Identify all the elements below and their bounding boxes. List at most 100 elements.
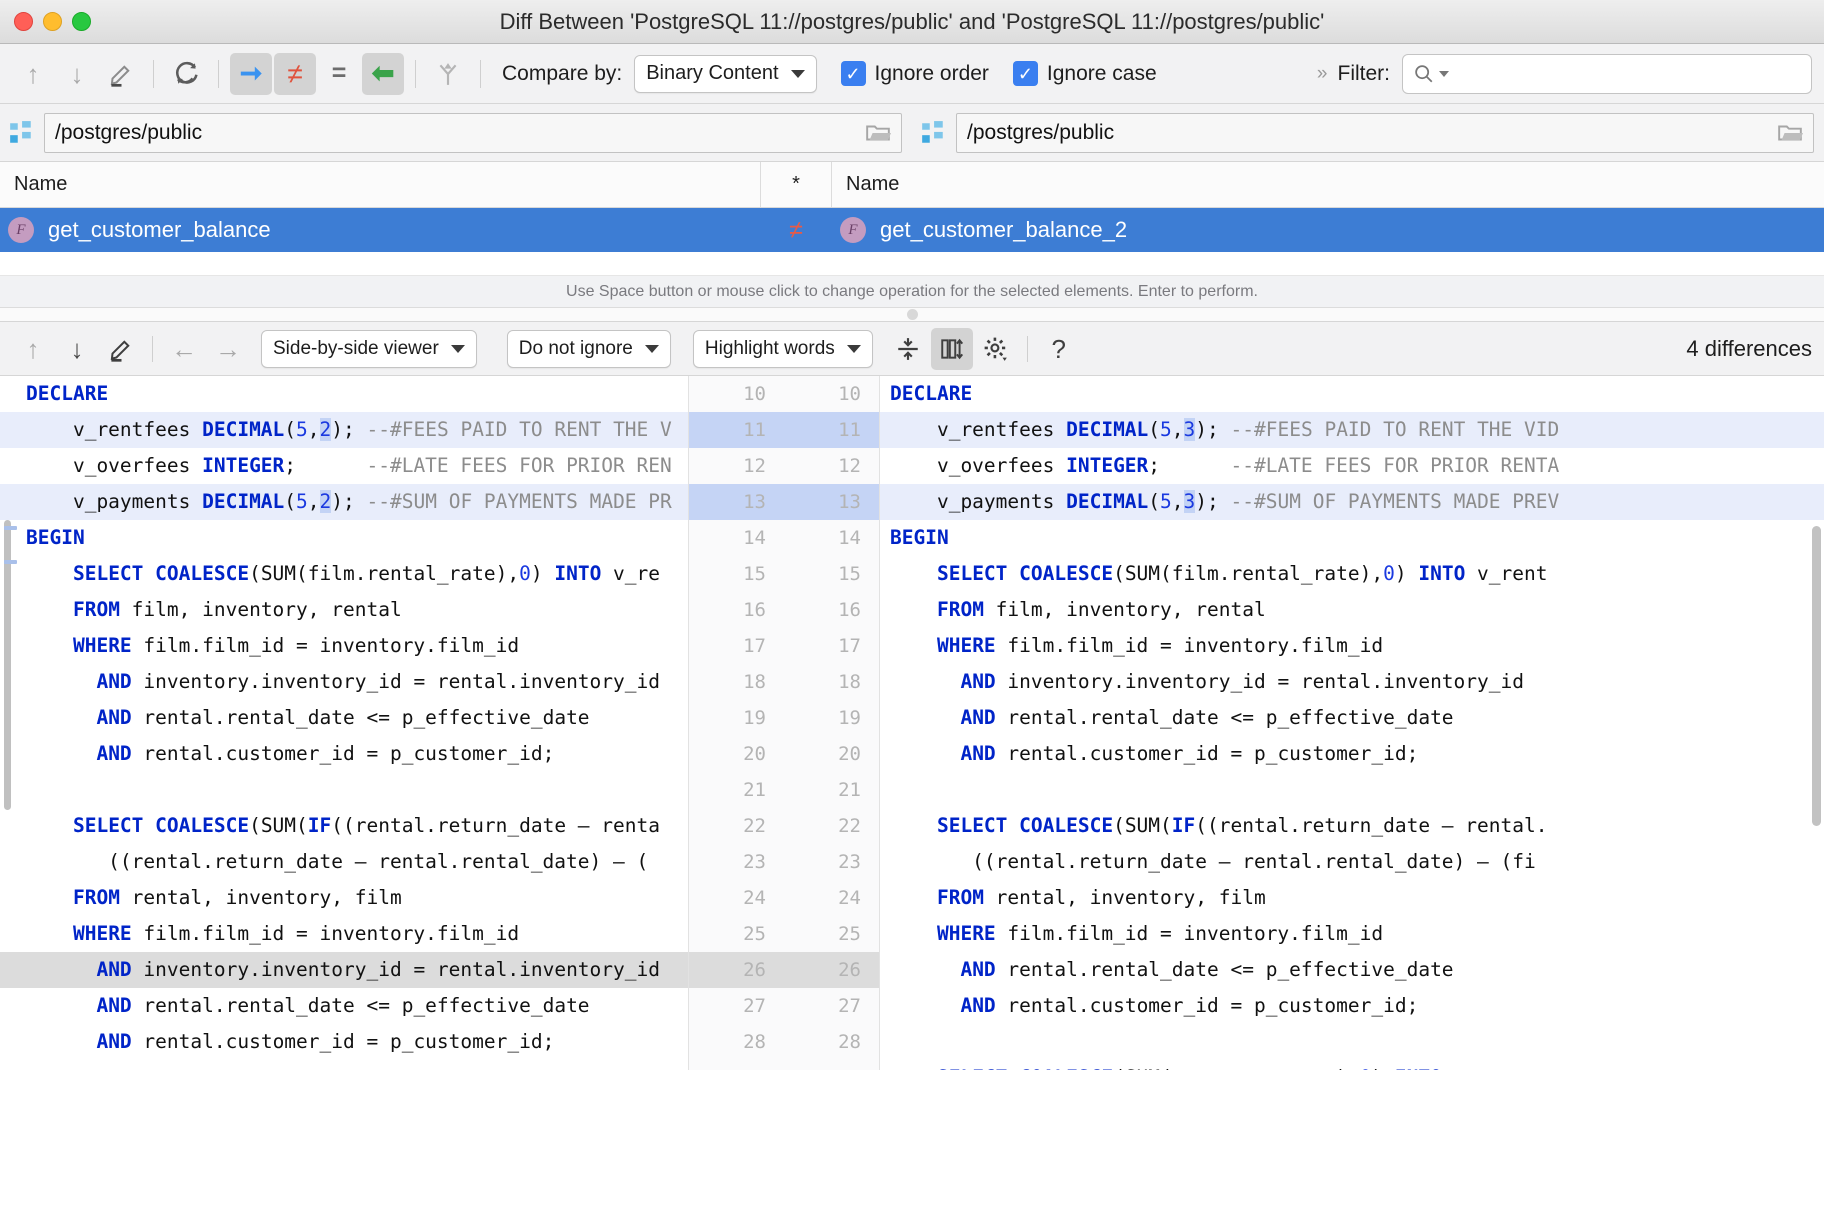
code-line[interactable]: SELECT COALESCE(SUM(IF((rental.return_da… — [0, 808, 688, 844]
code-token: rental.customer_id = p_customer_id; — [995, 742, 1419, 765]
code-line[interactable]: AND inventory.inventory_id = rental.inve… — [0, 664, 688, 700]
viewer-mode-select[interactable]: Side-by-side viewer — [261, 329, 477, 368]
code-line[interactable]: WHERE film.film_id = inventory.film_id — [880, 916, 1824, 952]
diff-forward-button[interactable]: → — [207, 328, 249, 370]
code-line[interactable]: AND rental.rental_date <= p_effective_da… — [880, 952, 1824, 988]
highlight-policy-select[interactable]: Highlight words — [692, 329, 873, 368]
diff-previous-button[interactable]: ↑ — [12, 328, 54, 370]
tree-row-left[interactable]: F get_customer_balance — [0, 217, 760, 243]
line-number-left: 27 — [743, 995, 766, 1017]
code-line[interactable] — [0, 772, 688, 808]
column-header-name-right[interactable]: Name — [832, 173, 1824, 196]
code-line[interactable]: v_rentfees DECIMAL(5,2); --#FEES PAID TO… — [0, 412, 688, 448]
pane-splitter[interactable] — [0, 308, 1824, 322]
tree-row-right[interactable]: F get_customer_balance_2 — [832, 217, 1824, 243]
code-line[interactable]: AND inventory.inventory_id = rental.inve… — [880, 664, 1824, 700]
left-path-input[interactable]: /postgres/public — [44, 112, 902, 153]
edit-source-button[interactable] — [100, 53, 142, 95]
code-token: FROM — [72, 886, 120, 909]
ignore-policy-select[interactable]: Do not ignore — [506, 329, 671, 368]
next-difference-button[interactable]: ↓ — [56, 53, 98, 95]
search-options-chevron-icon[interactable] — [1439, 70, 1449, 77]
collapse-unchanged-button[interactable] — [887, 328, 929, 370]
line-number-left: 11 — [743, 419, 766, 441]
zoom-button[interactable] — [72, 12, 91, 31]
gutter-row: 25 25 — [689, 916, 879, 952]
code-line[interactable]: DECLARE — [0, 376, 688, 412]
sync-scroll-button[interactable] — [930, 327, 973, 370]
code-line[interactable]: BEGIN — [0, 520, 688, 556]
code-line[interactable]: WHERE film.film_id = inventory.film_id — [0, 916, 688, 952]
show-difference-button[interactable]: ≠ — [274, 52, 316, 95]
code-line[interactable]: AND rental.customer_id = p_customer_id; — [880, 988, 1824, 1024]
code-line[interactable]: DECLARE — [880, 376, 1824, 412]
code-line[interactable]: SELECT COALESCE(SUM(film.rental_rate),0)… — [0, 556, 688, 592]
tree-row-operation[interactable]: ≠ — [760, 216, 832, 245]
diff-back-button[interactable]: ← — [163, 328, 205, 370]
code-line[interactable]: ((rental.return_date – rental.rental_dat… — [880, 844, 1824, 880]
diff-help-button[interactable]: ? — [1038, 328, 1080, 370]
code-line[interactable]: AND rental.rental_date <= p_effective_da… — [880, 700, 1824, 736]
code-line[interactable]: FROM rental, inventory, film — [880, 880, 1824, 916]
ignore-order-checkbox[interactable]: ✓ Ignore order — [840, 61, 989, 86]
ignore-case-checkbox[interactable]: ✓ Ignore case — [1012, 61, 1157, 86]
code-line[interactable]: v_rentfees DECIMAL(5,3); --#FEES PAID TO… — [880, 412, 1824, 448]
code-line[interactable]: AND rental.rental_date <= p_effective_da… — [0, 988, 688, 1024]
code-line[interactable]: WHERE film.film_id = inventory.film_id — [0, 628, 688, 664]
merge-button[interactable] — [427, 53, 469, 95]
code-line[interactable]: AND rental.customer_id = p_customer_id; — [880, 736, 1824, 772]
code-token: FROM — [936, 598, 984, 621]
code-line[interactable]: FROM film, inventory, rental — [0, 592, 688, 628]
close-button[interactable] — [14, 12, 33, 31]
arrow-down-icon: ↓ — [70, 333, 84, 364]
code-line[interactable]: WHERE film.film_id = inventory.film_id — [880, 628, 1824, 664]
code-line[interactable]: SELECT COALESCE(SUM(IF((rental.return_da… — [880, 808, 1824, 844]
code-line[interactable]: AND rental.customer_id = p_customer_id; — [0, 736, 688, 772]
code-line[interactable]: v_payments DECIMAL(5,3); --#SUM OF PAYME… — [880, 484, 1824, 520]
diff-next-button[interactable]: ↓ — [56, 328, 98, 370]
column-header-name-left[interactable]: Name — [0, 173, 760, 196]
code-line[interactable]: FROM rental, inventory, film — [0, 880, 688, 916]
copy-right-to-left-button[interactable]: ⬅ — [362, 52, 404, 95]
code-token: (SUM( — [1113, 814, 1172, 837]
code-line[interactable]: ((rental.return_date – rental.rental_dat… — [0, 844, 688, 880]
code-line[interactable]: AND rental.customer_id = p_customer_id; — [0, 1024, 688, 1060]
code-line[interactable] — [880, 772, 1824, 808]
code-token: 3 — [1183, 418, 1196, 441]
table-row[interactable]: F get_customer_balance ≠ F get_customer_… — [0, 208, 1824, 252]
code-line[interactable]: v_overfees INTEGER; --#LATE FEES FOR PRI… — [0, 448, 688, 484]
code-line[interactable] — [0, 1060, 688, 1070]
tree-header: Name * Name — [0, 162, 1824, 208]
ignore-order-label: Ignore order — [874, 61, 989, 85]
right-editor-pane[interactable]: DECLARE v_rentfees DECIMAL(5,3); --#FEES… — [880, 376, 1824, 1070]
compare-by-select[interactable]: Binary Content — [634, 54, 817, 93]
diff-edit-button[interactable] — [100, 328, 142, 370]
filter-input[interactable] — [1402, 53, 1812, 94]
code-line[interactable] — [880, 1024, 1824, 1060]
show-equal-button[interactable]: = — [318, 53, 360, 95]
minimize-button[interactable] — [43, 12, 62, 31]
diff-settings-button[interactable] — [975, 328, 1017, 370]
code-line[interactable]: v_payments DECIMAL(5,2); --#SUM OF PAYME… — [0, 484, 688, 520]
code-line[interactable]: AND inventory.inventory_id = rental.inve… — [0, 952, 688, 988]
browse-folder-icon[interactable] — [865, 122, 891, 144]
code-line[interactable]: SELECT COALESCE(SUM(payment.amount),0) I… — [880, 1060, 1824, 1070]
line-number-right: 21 — [838, 779, 861, 801]
function-icon: F — [840, 217, 866, 243]
browse-folder-icon[interactable] — [1777, 122, 1803, 144]
code-line[interactable]: FROM film, inventory, rental — [880, 592, 1824, 628]
code-line[interactable]: SELECT COALESCE(SUM(film.rental_rate),0)… — [880, 556, 1824, 592]
code-line[interactable]: BEGIN — [880, 520, 1824, 556]
refresh-button[interactable] — [165, 53, 207, 95]
code-line[interactable]: v_overfees INTEGER; --#LATE FEES FOR PRI… — [880, 448, 1824, 484]
previous-difference-button[interactable]: ↑ — [12, 53, 54, 95]
code-line[interactable]: AND rental.rental_date <= p_effective_da… — [0, 700, 688, 736]
copy-left-to-right-button[interactable]: ➞ — [230, 52, 272, 95]
right-path-input[interactable]: /postgres/public — [956, 112, 1814, 153]
column-header-operation[interactable]: * — [760, 162, 832, 207]
left-editor-pane[interactable]: DECLARE v_rentfees DECIMAL(5,2); --#FEES… — [0, 376, 688, 1070]
code-token: IF — [1171, 814, 1196, 837]
toolbar-overflow-button[interactable]: » — [1317, 63, 1328, 85]
